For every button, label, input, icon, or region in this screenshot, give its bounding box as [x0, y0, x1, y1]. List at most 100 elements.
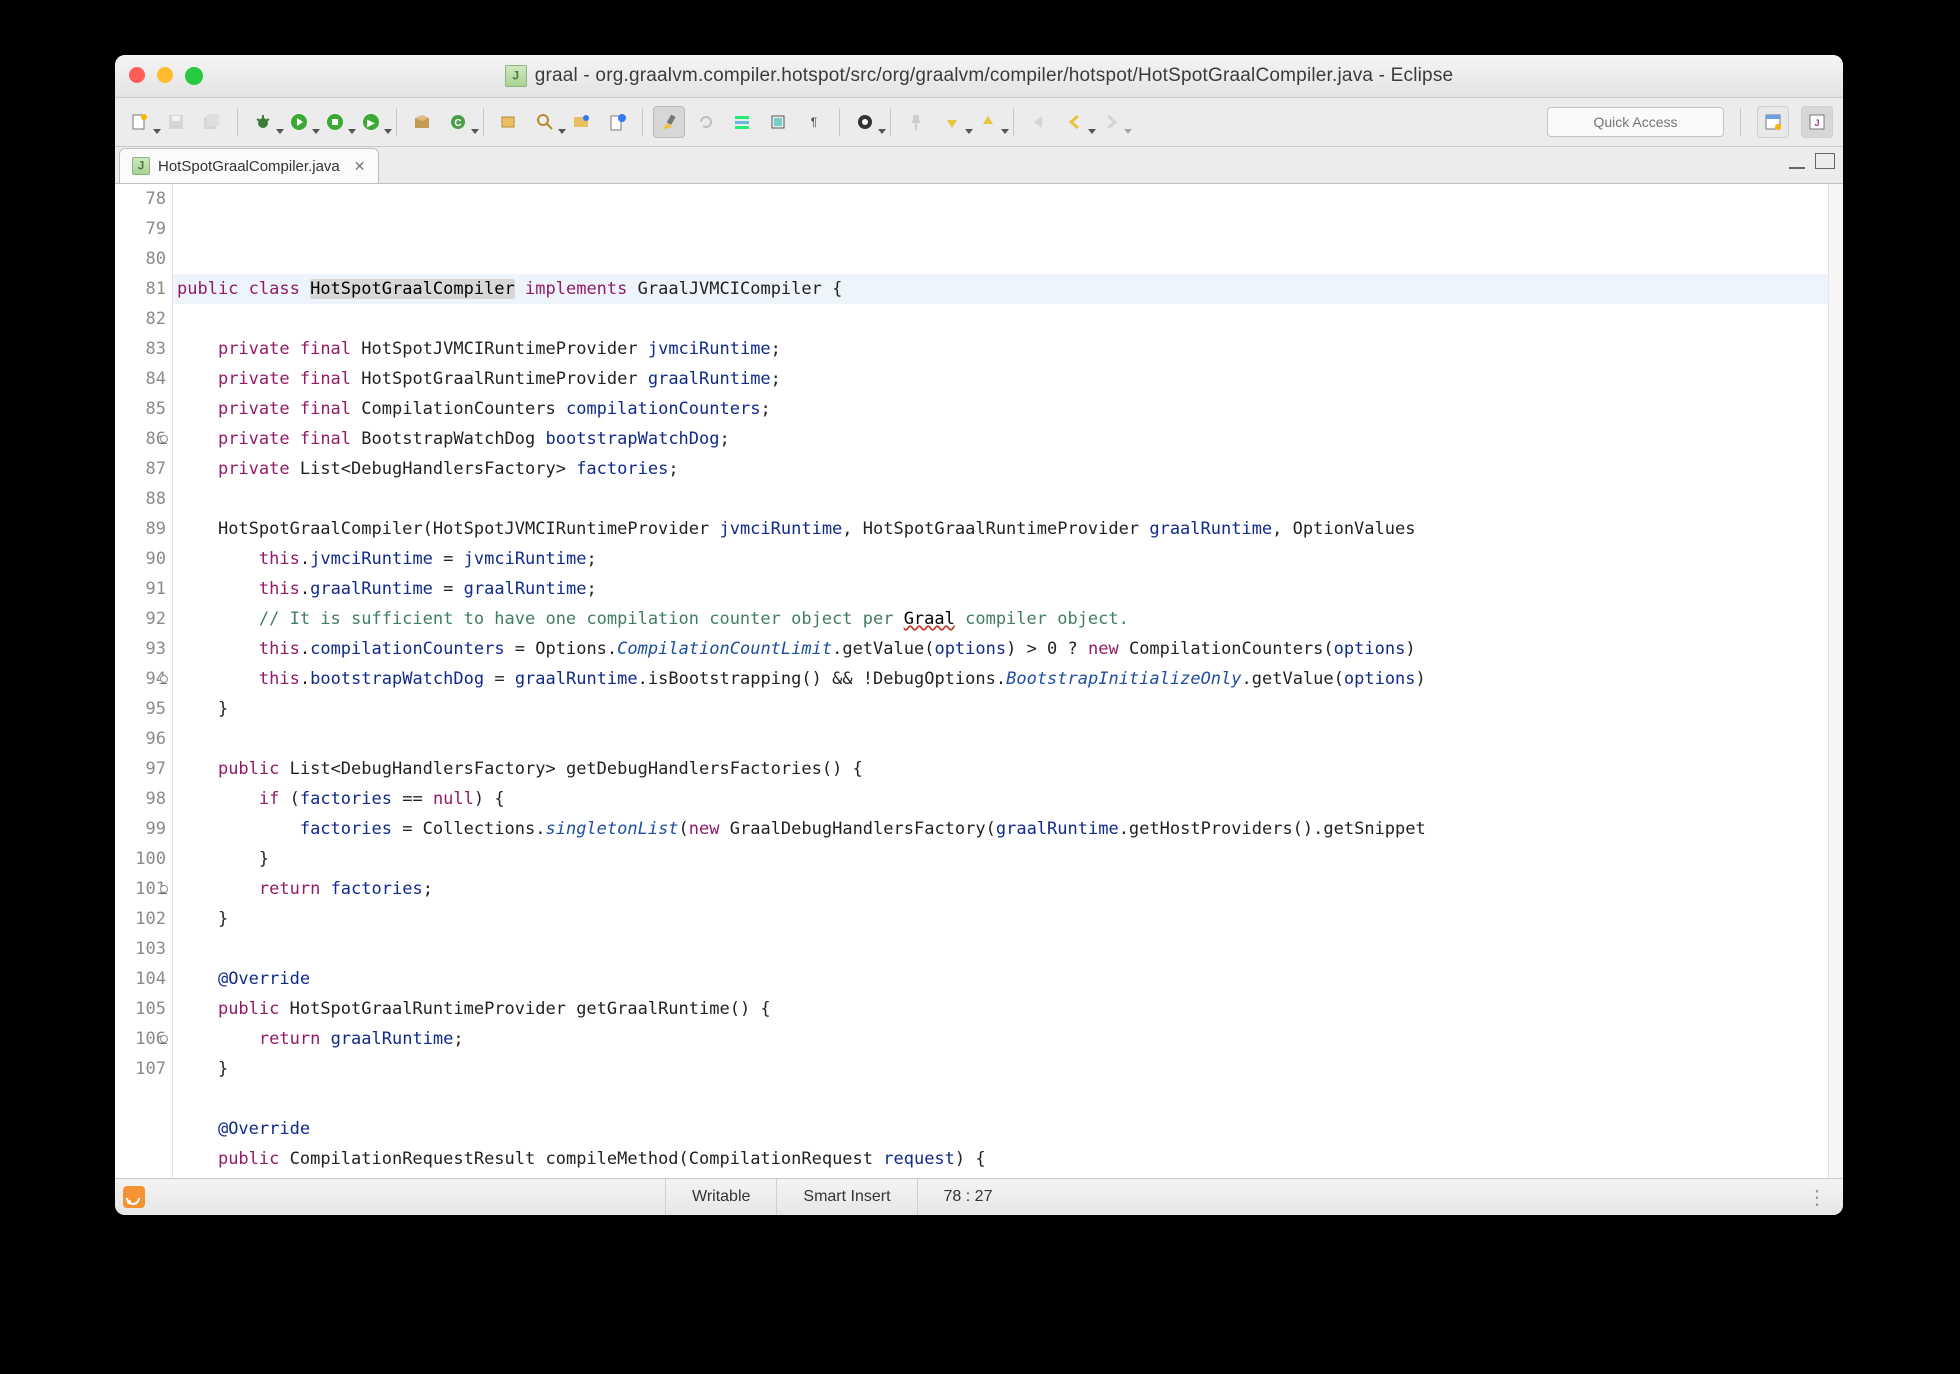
new-package-button[interactable]: [407, 107, 437, 137]
svg-text:J: J: [1814, 118, 1819, 128]
line-number: 105: [115, 994, 166, 1024]
line-number: 80: [115, 244, 166, 274]
save-all-button[interactable]: [197, 107, 227, 137]
run-button[interactable]: [284, 107, 314, 137]
code-line[interactable]: }: [173, 1054, 1843, 1084]
code-line[interactable]: factories = Collections.singletonList(ne…: [173, 814, 1843, 844]
code-line[interactable]: HotSpotGraalCompiler(HotSpotJVMCIRuntime…: [173, 514, 1843, 544]
line-number: 106: [115, 1024, 166, 1054]
quick-access-input[interactable]: [1547, 107, 1724, 137]
line-number: 94: [115, 664, 166, 694]
line-number: 82: [115, 304, 166, 334]
toggle-breadcrumb-button[interactable]: [727, 107, 757, 137]
annotations-button[interactable]: [850, 107, 880, 137]
line-number: 85: [115, 394, 166, 424]
minimize-view-icon[interactable]: [1789, 153, 1805, 169]
next-annotation-button[interactable]: [937, 107, 967, 137]
search-button[interactable]: [530, 107, 560, 137]
code-editor[interactable]: 7879808182838485868788899091929394959697…: [115, 184, 1843, 1178]
code-line[interactable]: }: [173, 904, 1843, 934]
line-number: 104: [115, 964, 166, 994]
forward-button[interactable]: [1096, 107, 1126, 137]
code-line[interactable]: private List<DebugHandlersFactory> facto…: [173, 454, 1843, 484]
line-number: 93: [115, 634, 166, 664]
line-number: 88: [115, 484, 166, 514]
code-line[interactable]: @Override: [173, 964, 1843, 994]
refresh-button[interactable]: [691, 107, 721, 137]
code-line[interactable]: return factories;: [173, 874, 1843, 904]
code-line[interactable]: // It is sufficient to have one compilat…: [173, 604, 1843, 634]
minimize-window-button[interactable]: [157, 67, 173, 83]
code-line[interactable]: [173, 724, 1843, 754]
run-last-button[interactable]: ▶: [356, 107, 386, 137]
maximize-view-icon[interactable]: [1815, 153, 1835, 169]
open-perspective-button[interactable]: [1757, 106, 1789, 138]
line-number: 84: [115, 364, 166, 394]
svg-text:C: C: [454, 118, 461, 129]
toggle-highlight-button[interactable]: [653, 106, 685, 138]
java-file-icon: [505, 65, 527, 87]
line-number: 78: [115, 184, 166, 214]
code-line[interactable]: this.graalRuntime = graalRuntime;: [173, 574, 1843, 604]
pin-button[interactable]: [901, 107, 931, 137]
rss-icon[interactable]: [123, 1186, 145, 1208]
line-number-gutter: 7879808182838485868788899091929394959697…: [115, 184, 173, 1178]
close-tab-icon[interactable]: ✕: [354, 158, 366, 175]
code-line[interactable]: if (factories == null) {: [173, 784, 1843, 814]
open-type-button[interactable]: [494, 107, 524, 137]
new-button[interactable]: [125, 107, 155, 137]
new-class-button[interactable]: C: [443, 107, 473, 137]
code-line[interactable]: this.compilationCounters = Options.Compi…: [173, 634, 1843, 664]
code-line[interactable]: private final HotSpotJVMCIRuntimeProvide…: [173, 334, 1843, 364]
editor-tab-active[interactable]: HotSpotGraalCompiler.java ✕: [119, 148, 379, 183]
java-file-icon: [132, 157, 150, 175]
window-controls: [129, 67, 203, 85]
status-writable: Writable: [665, 1179, 776, 1215]
code-line[interactable]: this.jvmciRuntime = jvmciRuntime;: [173, 544, 1843, 574]
status-overflow-icon[interactable]: ⋮: [1807, 1185, 1843, 1210]
zoom-window-button[interactable]: [185, 67, 203, 85]
svg-text:¶: ¶: [811, 115, 817, 129]
code-line[interactable]: @Override: [173, 1114, 1843, 1144]
prev-annotation-button[interactable]: [973, 107, 1003, 137]
code-line[interactable]: [173, 304, 1843, 334]
java-perspective-button[interactable]: J: [1801, 106, 1833, 138]
close-window-button[interactable]: [129, 67, 145, 83]
code-line[interactable]: public HotSpotGraalRuntimeProvider getGr…: [173, 994, 1843, 1024]
line-number: 83: [115, 334, 166, 364]
toggle-block-selection-button[interactable]: [763, 107, 793, 137]
toolbar: ▶ C ¶: [115, 98, 1843, 147]
code-line[interactable]: this.bootstrapWatchDog = graalRuntime.is…: [173, 664, 1843, 694]
code-area[interactable]: public class HotSpotGraalCompiler implem…: [173, 184, 1843, 1178]
save-button[interactable]: [161, 107, 191, 137]
code-line[interactable]: public CompilationRequestResult compileM…: [173, 1144, 1843, 1174]
eclipse-window: graal - org.graalvm.compiler.hotspot/src…: [115, 55, 1843, 1215]
editor-tabbar: HotSpotGraalCompiler.java ✕: [115, 147, 1843, 184]
code-line[interactable]: public class HotSpotGraalCompiler implem…: [173, 274, 1843, 304]
line-number: 87: [115, 454, 166, 484]
line-number: 79: [115, 214, 166, 244]
code-line[interactable]: }: [173, 844, 1843, 874]
code-line[interactable]: public List<DebugHandlersFactory> getDeb…: [173, 754, 1843, 784]
status-insert-mode: Smart Insert: [776, 1179, 916, 1215]
toggle-mark-button[interactable]: [602, 107, 632, 137]
overview-ruler[interactable]: [1828, 184, 1843, 1178]
debug-button[interactable]: [248, 107, 278, 137]
coverage-button[interactable]: [320, 107, 350, 137]
code-line[interactable]: private final HotSpotGraalRuntimeProvide…: [173, 364, 1843, 394]
code-line[interactable]: private final CompilationCounters compil…: [173, 394, 1843, 424]
open-task-button[interactable]: [566, 107, 596, 137]
code-line[interactable]: }: [173, 694, 1843, 724]
back-button[interactable]: [1060, 107, 1090, 137]
show-whitespace-button[interactable]: ¶: [799, 107, 829, 137]
code-line[interactable]: [173, 934, 1843, 964]
code-line[interactable]: [173, 484, 1843, 514]
status-bar: Writable Smart Insert 78 : 27 ⋮: [115, 1178, 1843, 1215]
status-cursor-position: 78 : 27: [917, 1179, 1019, 1215]
code-line[interactable]: private final BootstrapWatchDog bootstra…: [173, 424, 1843, 454]
line-number: 101: [115, 874, 166, 904]
code-line[interactable]: return graalRuntime;: [173, 1024, 1843, 1054]
back-history-button[interactable]: [1024, 107, 1054, 137]
code-line[interactable]: [173, 1084, 1843, 1114]
line-number: 98: [115, 784, 166, 814]
